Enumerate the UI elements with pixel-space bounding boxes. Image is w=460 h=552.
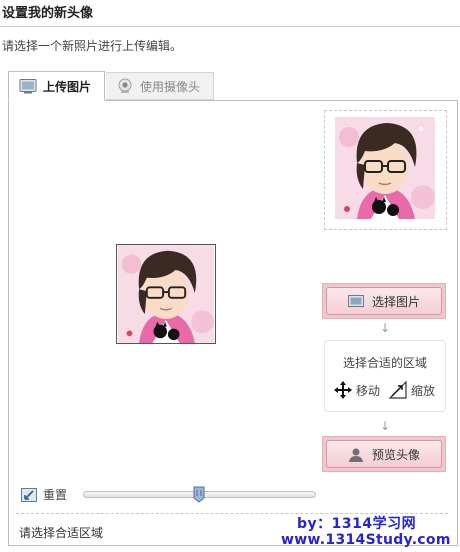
step-arrow-down-2: ↓: [379, 419, 391, 433]
select-image-button[interactable]: 选择图片: [322, 283, 446, 319]
resize-icon: [388, 380, 408, 400]
reset-button[interactable]: 重置: [21, 486, 67, 503]
preview-avatar-label: 预览头像: [371, 447, 420, 462]
avatar-crop-area[interactable]: [116, 244, 216, 344]
picture-icon: [19, 78, 37, 94]
tab-webcam[interactable]: 使用摄像头: [106, 72, 214, 100]
zoom-slider-thumb[interactable]: [193, 486, 205, 503]
tab-webcam-label: 使用摄像头: [140, 79, 201, 94]
select-image-label: 选择图片: [371, 294, 420, 309]
move-icon: [333, 380, 353, 400]
tab-upload-label: 上传图片: [43, 79, 92, 94]
title-divider: [0, 26, 460, 27]
reset-icon: [21, 487, 37, 502]
watermark-line-2: www.1314Study.com: [281, 532, 451, 548]
preview-avatar-button[interactable]: 预览头像: [322, 436, 446, 472]
webcam-icon: [116, 78, 134, 94]
reset-label: 重置: [43, 488, 68, 502]
page-subtitle: 请选择一个新照片进行上传编辑。: [2, 39, 183, 53]
scale-label: 缩放: [411, 383, 436, 398]
page-title: 设置我的新头像: [2, 6, 94, 21]
status-text: 请选择合适区域: [19, 526, 104, 540]
preview-avatar-button-face: 预览头像: [326, 440, 442, 468]
watermark-line-1: by：1314学习网: [297, 516, 417, 532]
select-image-button-face: 选择图片: [326, 287, 442, 315]
tab-upload-image[interactable]: 上传图片: [8, 71, 105, 101]
area-tools: 移动 缩放: [333, 379, 443, 401]
avatar-preview-large: [335, 117, 435, 219]
area-selection-panel: 选择合适的区域 移动 缩放: [324, 340, 446, 412]
area-title: 选择合适的区域: [342, 356, 427, 370]
image-icon: [347, 294, 364, 308]
user-icon: [348, 448, 364, 462]
move-label: 移动: [356, 383, 381, 398]
step-arrow-down: ↓: [379, 321, 391, 335]
